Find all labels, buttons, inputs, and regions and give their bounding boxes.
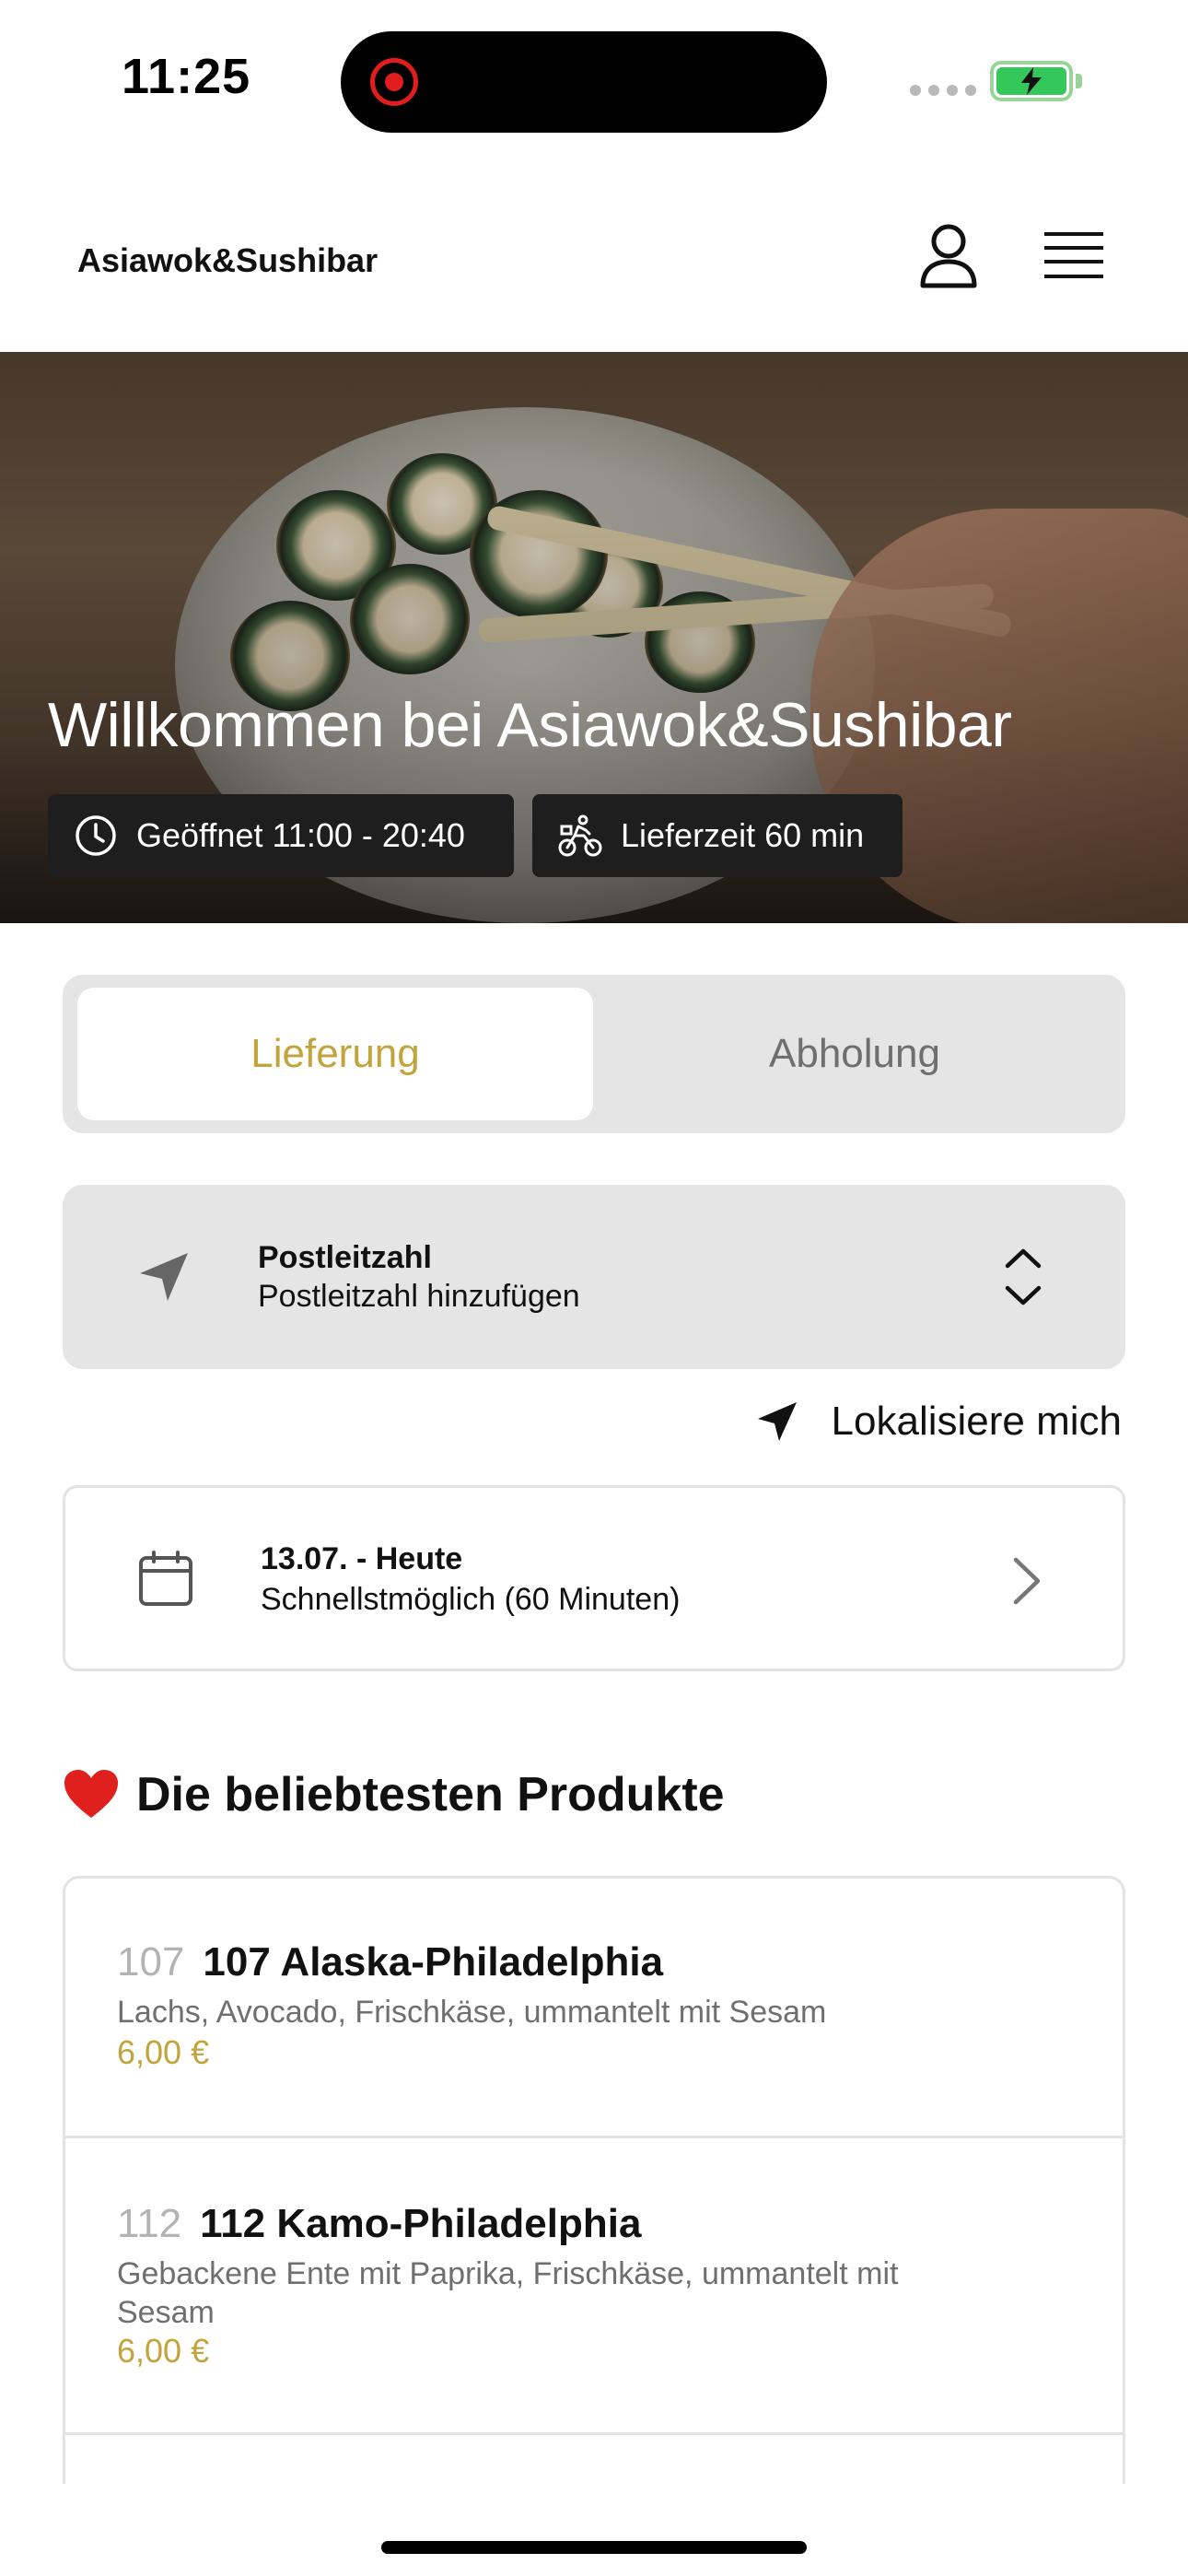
location-arrow-icon	[140, 1253, 188, 1301]
order-mode-switch: Lieferung Abholung	[63, 975, 1125, 1133]
delivery-time-text: Lieferzeit 60 min	[621, 816, 865, 854]
product-item[interactable]: 112 112 Kamo-Philadelphia Gebackene Ente…	[65, 2138, 1123, 2435]
chevron-right-icon	[1013, 1557, 1041, 1605]
tab-pickup[interactable]: Abholung	[597, 988, 1112, 1120]
menu-icon[interactable]	[1044, 230, 1103, 282]
product-item[interactable]: 107 107 Alaska-Philadelphia Lachs, Avoca…	[65, 1879, 1123, 2138]
location-arrow-icon	[757, 1402, 797, 1441]
delivery-time-selector[interactable]: 13.07. - Heute Schnellstmöglich (60 Minu…	[63, 1485, 1125, 1671]
recording-icon	[370, 58, 418, 106]
section-heading-text: Die beliebtesten Produkte	[136, 1768, 725, 1821]
brand-name[interactable]: Asiawok&Sushibar	[77, 241, 378, 280]
chevron-up-down-icon	[1005, 1248, 1042, 1306]
section-heading: Die beliebtesten Produkte	[63, 1767, 725, 1822]
postcode-label: Postleitzahl	[258, 1240, 432, 1275]
product-price: 6,00 €	[117, 2332, 210, 2370]
hero-title: Willkommen bei Asiawok&Sushibar	[48, 690, 1012, 760]
product-description: Lachs, Avocado, Frischkäse, ummantelt mi…	[117, 1995, 827, 2030]
heart-icon	[64, 1770, 118, 1818]
delivery-time-option: Schnellstmöglich (60 Minuten)	[261, 1582, 681, 1617]
clock-icon	[76, 815, 116, 856]
opening-hours-badge: Geöffnet 11:00 - 20:40	[48, 794, 514, 877]
product-number: 112	[117, 2201, 182, 2246]
home-indicator[interactable]	[381, 2541, 807, 2554]
opening-hours-text: Geöffnet 11:00 - 20:40	[136, 816, 465, 854]
tab-delivery[interactable]: Lieferung	[77, 988, 593, 1120]
delivery-date: 13.07. - Heute	[261, 1541, 463, 1576]
user-icon[interactable]	[919, 223, 978, 289]
product-name: 112 Kamo-Philadelphia	[200, 2201, 642, 2246]
app-header: Asiawok&Sushibar	[0, 166, 1188, 352]
calendar-icon	[139, 1551, 192, 1606]
product-name: 107 Alaska-Philadelphia	[203, 1939, 664, 1985]
signal-icon	[910, 85, 976, 96]
bicycle-courier-icon	[558, 814, 602, 857]
delivery-time-badge: Lieferzeit 60 min	[532, 794, 903, 877]
battery-icon	[990, 61, 1073, 101]
hero-banner: Willkommen bei Asiawok&Sushibar Geöffnet…	[0, 352, 1188, 923]
postcode-placeholder: Postleitzahl hinzufügen	[258, 1279, 580, 1314]
locate-me-label: Lokalisiere mich	[831, 1399, 1122, 1444]
product-description: Gebackene Ente mit Paprika, Frischkäse, …	[117, 2256, 899, 2330]
product-price: 6,00 €	[117, 2033, 210, 2071]
battery-cap	[1076, 74, 1082, 88]
postcode-selector[interactable]: Postleitzahl Postleitzahl hinzufügen	[63, 1185, 1125, 1369]
status-time: 11:25	[122, 49, 251, 104]
dynamic-island	[341, 31, 827, 133]
charging-bolt-icon	[1021, 67, 1042, 95]
locate-me-button[interactable]: Lokalisiere mich	[754, 1399, 1122, 1445]
status-bar: 11:25	[0, 0, 1188, 166]
product-number: 107	[117, 1939, 185, 1985]
product-list: 107 107 Alaska-Philadelphia Lachs, Avoca…	[63, 1876, 1125, 2484]
